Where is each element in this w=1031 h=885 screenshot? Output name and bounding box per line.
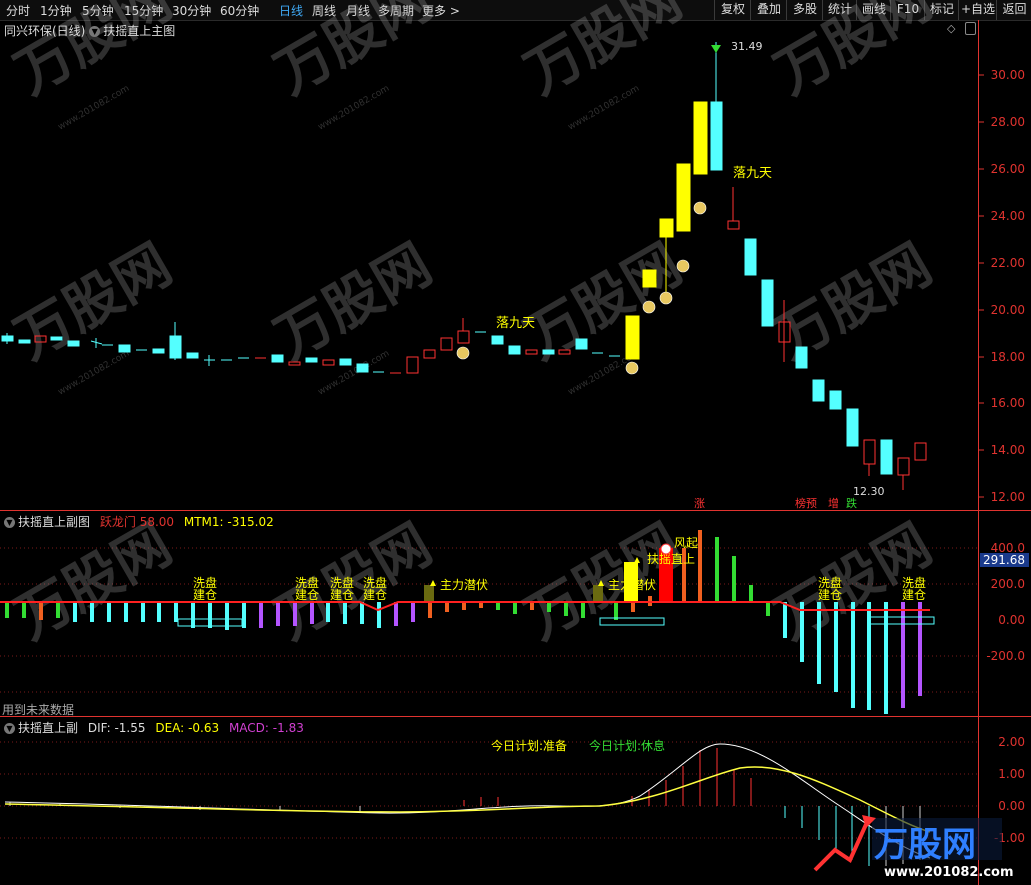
main-pane-header: 同兴环保(日线) ▼ 扶摇直上主图: [4, 22, 175, 39]
y-tick-label: 16.00: [991, 396, 1025, 410]
label-fuyao-zhishang: 扶摇直上: [647, 551, 695, 566]
tag-zhang: 涨: [694, 497, 705, 510]
sub1-name[interactable]: 扶摇直上副图: [18, 515, 90, 529]
y-tick-label: 28.00: [991, 115, 1025, 129]
y-tick-label: 1.00: [998, 767, 1025, 781]
plan-rest-label: 今日计划:休息: [589, 738, 665, 753]
y-tick-label: 20.00: [991, 303, 1025, 317]
chart-canvas: 万股网 万股网 万股网 万股网 万股网 万股网 万股网 万股网 万股网 万股网 …: [0, 0, 1031, 885]
indicator-name[interactable]: 扶摇直上主图: [103, 24, 175, 38]
dea-value: -0.63: [188, 721, 220, 735]
label-fengqi: 风起: [674, 536, 698, 550]
sub2-header: ▼ 扶摇直上副 DIF: -1.55 DEA: -0.63 MACD: -1.83: [4, 719, 304, 736]
field1-value: 58.00: [139, 515, 175, 529]
macd-label: MACD:: [228, 721, 269, 735]
chevron-down-icon[interactable]: ▼: [4, 517, 15, 528]
svg-text:www.201082.com: www.201082.com: [317, 84, 392, 133]
svg-text:www.201082.com: www.201082.com: [57, 84, 132, 133]
tag-zeng: 增: [828, 496, 839, 510]
field1-label: 跃龙门: [99, 515, 136, 529]
y-tick-label: 18.00: [991, 350, 1025, 364]
svg-text:www.201082.com: www.201082.com: [57, 349, 132, 398]
svg-text:万股网: 万股网: [265, 232, 443, 372]
y-tick-label: 0.00: [998, 799, 1025, 813]
svg-text:www.201082.com: www.201082.com: [884, 865, 1014, 880]
svg-text:万股网: 万股网: [515, 0, 693, 107]
tag-die: 跌: [846, 496, 857, 510]
y-tick-label: 14.00: [991, 443, 1025, 457]
dif-label: DIF:: [87, 721, 111, 735]
y-tick-label: 200.0: [991, 577, 1025, 591]
main-y-axis: 30.00 28.00 26.00 24.00 22.00 20.00 18.0…: [978, 68, 1025, 504]
svg-text:万股网: 万股网: [5, 512, 183, 652]
diamond-icon[interactable]: ◇: [947, 22, 955, 35]
sub2-name[interactable]: 扶摇直上副: [18, 721, 78, 735]
tag-bangyu: 榜预: [795, 496, 817, 510]
field2-label: MTM1:: [183, 515, 224, 529]
chevron-down-icon[interactable]: ▼: [4, 723, 15, 734]
svg-text:www.201082.com: www.201082.com: [567, 84, 642, 133]
macd-value: -1.83: [272, 721, 304, 735]
label-zhuli-qianfu: 主力潜伏: [608, 578, 656, 592]
svg-text:万股网: 万股网: [5, 0, 183, 107]
label-jiancang: 建仓: [193, 588, 217, 602]
label-jiancang: 建仓: [363, 588, 387, 602]
label-jiancang: 建仓: [330, 588, 354, 602]
chevron-down-icon[interactable]: ▼: [89, 26, 101, 37]
plan-ready-label: 今日计划:准备: [491, 738, 567, 753]
pane-frames: [0, 20, 1031, 885]
high-marker-icon: [711, 45, 721, 53]
y-tick-label: 0.00: [998, 613, 1025, 627]
label-jiancang: 建仓: [295, 588, 319, 602]
sub1-y-axis: 400.0 200.0 0.00 -200.0 291.68: [980, 541, 1029, 663]
low-price-label: 12.30: [853, 485, 885, 498]
y-tick-label: 24.00: [991, 209, 1025, 223]
y-tick-label: -200.0: [986, 649, 1025, 663]
y-tick-label: 26.00: [991, 162, 1025, 176]
y-tick-label: 30.00: [991, 68, 1025, 82]
svg-text:万股网: 万股网: [874, 825, 976, 865]
window-toggle-icon[interactable]: [965, 22, 976, 35]
high-price-label: 31.49: [731, 40, 763, 53]
y-tick-label: 12.00: [991, 490, 1025, 504]
svg-text:万股网: 万股网: [765, 0, 943, 107]
annotation-luojiutian: 落九天: [733, 166, 772, 181]
watermark-logo: 万股网 www.201082.com: [813, 815, 1014, 880]
dea-label: DEA:: [155, 721, 185, 735]
y-tick-label: 22.00: [991, 256, 1025, 270]
dif-value: -1.55: [114, 721, 146, 735]
y-tick-label: 2.00: [998, 735, 1025, 749]
current-value-label: 291.68: [983, 553, 1025, 567]
watermark-layer: 万股网 万股网 万股网 万股网 万股网 万股网 万股网 万股网 万股网 万股网 …: [5, 0, 943, 652]
stock-name: 同兴环保(日线): [4, 24, 86, 38]
annotation-luojiutian: 落九天: [496, 316, 535, 331]
svg-text:www.201082.com: www.201082.com: [317, 349, 392, 398]
label-jiancang: 建仓: [902, 588, 926, 602]
svg-text:万股网: 万股网: [265, 0, 443, 107]
future-data-note: 用到未来数据: [2, 703, 75, 717]
label-jiancang: 建仓: [818, 588, 842, 602]
svg-text:万股网: 万股网: [765, 232, 943, 372]
field2-value: -315.02: [227, 515, 274, 529]
macd-chart: [4, 743, 931, 866]
label-zhuli-qianfu: 主力潜伏: [440, 578, 488, 592]
sub1-header: ▼ 扶摇直上副图 跃龙门 58.00 MTM1: -315.02: [4, 513, 274, 530]
